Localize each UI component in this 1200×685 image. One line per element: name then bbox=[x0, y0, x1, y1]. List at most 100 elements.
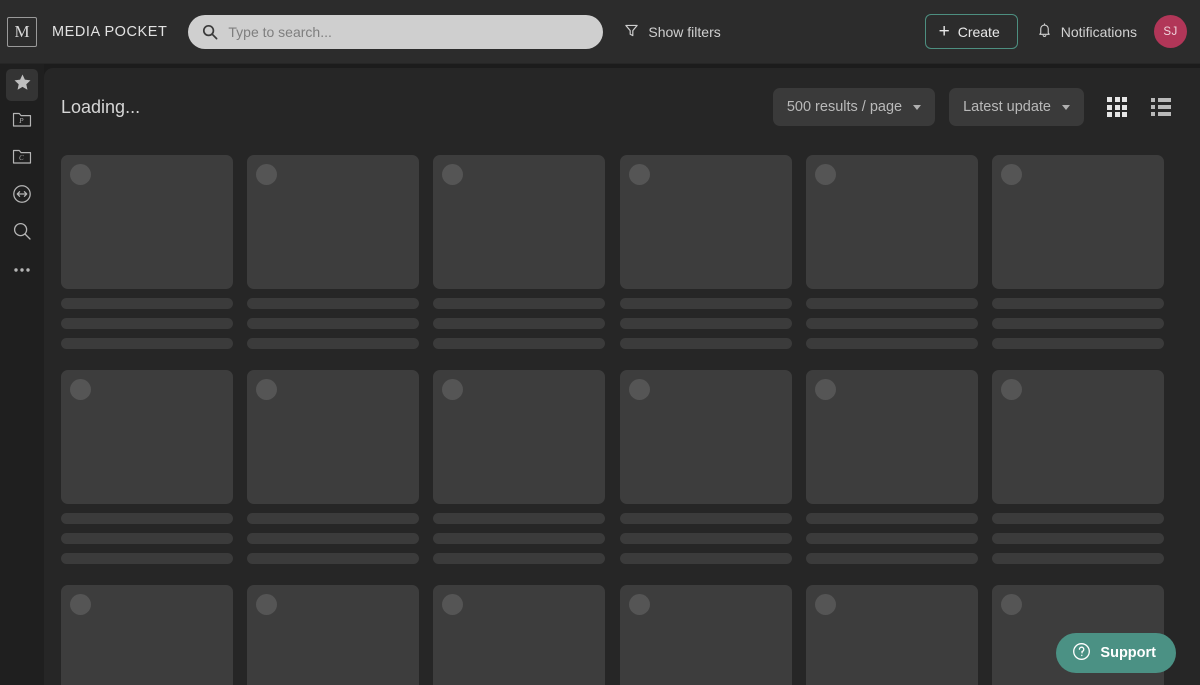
skeleton-line bbox=[991, 318, 1164, 329]
skeleton-card[interactable] bbox=[247, 155, 420, 349]
skeleton-badge bbox=[70, 594, 91, 615]
toolbar-controls: 500 results / page Latest update bbox=[772, 88, 1172, 126]
skeleton-badge bbox=[442, 379, 464, 400]
skeleton-card[interactable] bbox=[61, 155, 233, 349]
skeleton-badge bbox=[70, 379, 91, 400]
skeleton-badge bbox=[1000, 379, 1022, 400]
skeleton-line bbox=[991, 553, 1164, 564]
search-bar[interactable] bbox=[188, 14, 604, 49]
skeleton-line bbox=[61, 553, 233, 564]
skeleton-thumbnail bbox=[433, 370, 606, 504]
skeleton-badge bbox=[442, 594, 464, 615]
svg-text:C: C bbox=[19, 154, 24, 162]
skeleton-card[interactable] bbox=[247, 585, 420, 685]
skeleton-thumbnail bbox=[619, 585, 792, 685]
skeleton-line bbox=[61, 513, 233, 524]
list-view-button[interactable] bbox=[1150, 96, 1172, 118]
grid-view-button[interactable] bbox=[1106, 96, 1128, 118]
transfer-circle-icon bbox=[12, 184, 32, 209]
results-per-page-label: 500 results / page bbox=[786, 99, 903, 115]
skeleton-card[interactable] bbox=[805, 370, 978, 564]
skeleton-thumbnail bbox=[247, 370, 420, 504]
header-right-group: + Create Notifications SJ bbox=[924, 14, 1200, 49]
notifications-button[interactable]: Notifications bbox=[1037, 22, 1137, 41]
skeleton-badge bbox=[814, 594, 836, 615]
skeleton-line bbox=[619, 298, 792, 309]
media-pocket-logo[interactable]: M bbox=[7, 16, 37, 47]
skeleton-line bbox=[991, 513, 1164, 524]
funnel-icon bbox=[624, 23, 639, 41]
skeleton-card[interactable] bbox=[991, 370, 1164, 564]
show-filters-button[interactable]: Show filters bbox=[624, 23, 721, 41]
skeleton-card[interactable] bbox=[805, 585, 978, 685]
bell-icon bbox=[1037, 22, 1052, 41]
skeleton-card[interactable] bbox=[247, 370, 420, 564]
media-skeleton-grid bbox=[61, 155, 1189, 685]
brand-title: MEDIA POCKET bbox=[52, 23, 168, 40]
skeleton-thumbnail bbox=[61, 155, 233, 289]
content-panel: Loading... 500 results / page Latest upd… bbox=[44, 68, 1200, 685]
skeleton-line bbox=[619, 553, 792, 564]
support-button[interactable]: Support bbox=[1056, 633, 1176, 673]
left-sidebar: P C bbox=[0, 64, 44, 685]
skeleton-card[interactable] bbox=[619, 585, 792, 685]
sidebar-item-search[interactable] bbox=[6, 217, 38, 249]
search-input[interactable] bbox=[228, 23, 590, 40]
chevron-down-icon bbox=[1062, 104, 1070, 110]
skeleton-thumbnail bbox=[619, 155, 792, 289]
sidebar-item-transfers[interactable] bbox=[6, 180, 38, 212]
skeleton-line bbox=[619, 513, 792, 524]
support-label: Support bbox=[1100, 645, 1156, 661]
skeleton-card[interactable] bbox=[805, 155, 978, 349]
sidebar-item-favorites[interactable] bbox=[6, 69, 38, 101]
logo-letter: M bbox=[14, 22, 30, 41]
sidebar-item-collections[interactable]: C bbox=[6, 143, 38, 175]
create-label: Create bbox=[957, 23, 1000, 40]
skeleton-card[interactable] bbox=[619, 370, 792, 564]
skeleton-badge bbox=[256, 594, 278, 615]
skeleton-line bbox=[991, 298, 1164, 309]
skeleton-line bbox=[805, 318, 978, 329]
skeleton-thumbnail bbox=[433, 155, 606, 289]
skeleton-line bbox=[805, 533, 978, 544]
skeleton-thumbnail bbox=[61, 585, 233, 685]
sidebar-item-more[interactable] bbox=[6, 254, 38, 286]
skeleton-line bbox=[247, 318, 420, 329]
skeleton-thumbnail bbox=[805, 370, 978, 504]
skeleton-card[interactable] bbox=[619, 155, 792, 349]
skeleton-thumbnail bbox=[805, 155, 978, 289]
skeleton-card[interactable] bbox=[433, 370, 606, 564]
skeleton-line bbox=[247, 553, 420, 564]
skeleton-line bbox=[805, 298, 978, 309]
list-view-icon bbox=[1151, 98, 1171, 116]
notifications-label: Notifications bbox=[1060, 23, 1137, 40]
search-icon bbox=[12, 221, 32, 246]
skeleton-badge bbox=[628, 594, 650, 615]
skeleton-thumbnail bbox=[61, 370, 233, 504]
skeleton-thumbnail bbox=[805, 585, 978, 685]
top-header: M MEDIA POCKET Show filters + Create bbox=[0, 0, 1200, 64]
avatar[interactable]: SJ bbox=[1154, 15, 1187, 48]
sort-by-dropdown[interactable]: Latest update bbox=[949, 88, 1084, 126]
folder-p-icon: P bbox=[12, 110, 32, 134]
sort-by-label: Latest update bbox=[963, 99, 1051, 115]
skeleton-line bbox=[805, 338, 978, 349]
skeleton-card[interactable] bbox=[433, 155, 606, 349]
skeleton-card[interactable] bbox=[61, 370, 233, 564]
skeleton-badge bbox=[814, 164, 836, 185]
sidebar-item-projects[interactable]: P bbox=[6, 106, 38, 138]
skeleton-badge bbox=[442, 164, 464, 185]
folder-c-icon: C bbox=[12, 147, 32, 171]
results-per-page-dropdown[interactable]: 500 results / page bbox=[772, 88, 936, 126]
loading-status: Loading... bbox=[61, 96, 141, 117]
search-icon bbox=[202, 24, 218, 40]
skeleton-card[interactable] bbox=[991, 155, 1164, 349]
skeleton-line bbox=[433, 553, 606, 564]
skeleton-line bbox=[61, 338, 233, 349]
skeleton-card[interactable] bbox=[61, 585, 233, 685]
skeleton-thumbnail bbox=[247, 155, 420, 289]
skeleton-line bbox=[433, 513, 606, 524]
skeleton-card[interactable] bbox=[433, 585, 606, 685]
skeleton-line bbox=[247, 338, 420, 349]
create-button[interactable]: + Create bbox=[924, 14, 1018, 49]
